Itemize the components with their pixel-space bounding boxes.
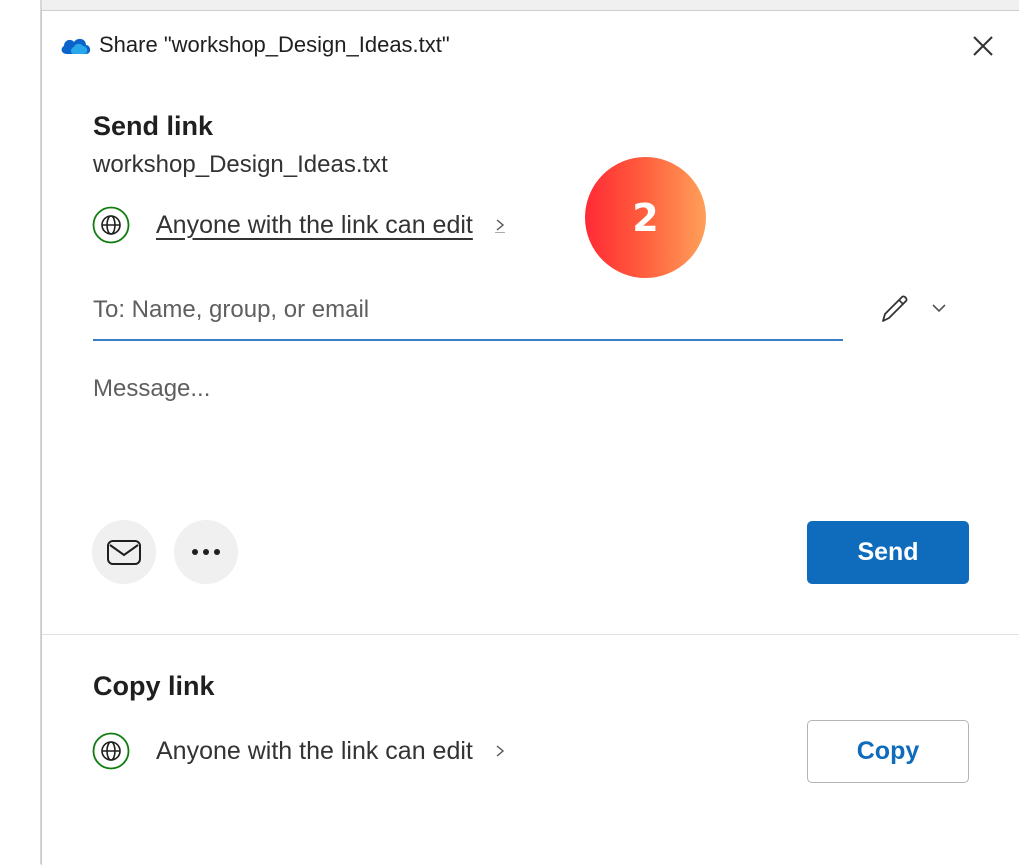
send-link-permission-setting[interactable]: Anyone with the link can edit bbox=[92, 205, 505, 245]
background-window-edge bbox=[0, 0, 1019, 10]
send-button[interactable]: Send bbox=[807, 521, 969, 584]
copy-link-permission-setting[interactable]: Anyone with the link can edit bbox=[92, 731, 505, 771]
copy-link-permission-label[interactable]: Anyone with the link can edit bbox=[156, 737, 473, 766]
chevron-right-icon bbox=[494, 219, 505, 233]
section-divider bbox=[42, 634, 1019, 635]
more-options-button[interactable] bbox=[174, 520, 238, 584]
globe-icon bbox=[92, 206, 130, 244]
message-field[interactable] bbox=[93, 375, 953, 495]
chevron-right-icon bbox=[496, 745, 504, 757]
close-icon[interactable] bbox=[966, 29, 1000, 63]
dialog-title: Share "workshop_Design_Ideas.txt" bbox=[99, 32, 450, 57]
pencil-icon[interactable] bbox=[877, 291, 913, 327]
send-link-heading: Send link bbox=[93, 111, 214, 141]
dialog-titlebar: Share "workshop_Design_Ideas.txt" bbox=[42, 11, 1019, 75]
recipients-field[interactable] bbox=[93, 285, 843, 341]
background-window bbox=[0, 0, 40, 864]
mail-icon bbox=[107, 540, 141, 565]
send-link-permission-label[interactable]: Anyone with the link can edit bbox=[156, 211, 473, 240]
more-icon bbox=[192, 549, 220, 555]
globe-icon bbox=[92, 732, 130, 770]
onedrive-cloud-icon bbox=[61, 38, 91, 54]
copy-button[interactable]: Copy bbox=[807, 720, 969, 783]
step-number-badge: 2 bbox=[585, 157, 706, 278]
copy-link-heading: Copy link bbox=[93, 671, 215, 701]
step-number: 2 bbox=[632, 195, 659, 240]
share-dialog: Share "workshop_Design_Ideas.txt" Send l… bbox=[41, 10, 1019, 865]
file-name: workshop_Design_Ideas.txt bbox=[93, 151, 388, 178]
recipients-input[interactable] bbox=[93, 285, 833, 335]
chevron-down-icon[interactable] bbox=[931, 303, 947, 313]
email-button[interactable] bbox=[92, 520, 156, 584]
